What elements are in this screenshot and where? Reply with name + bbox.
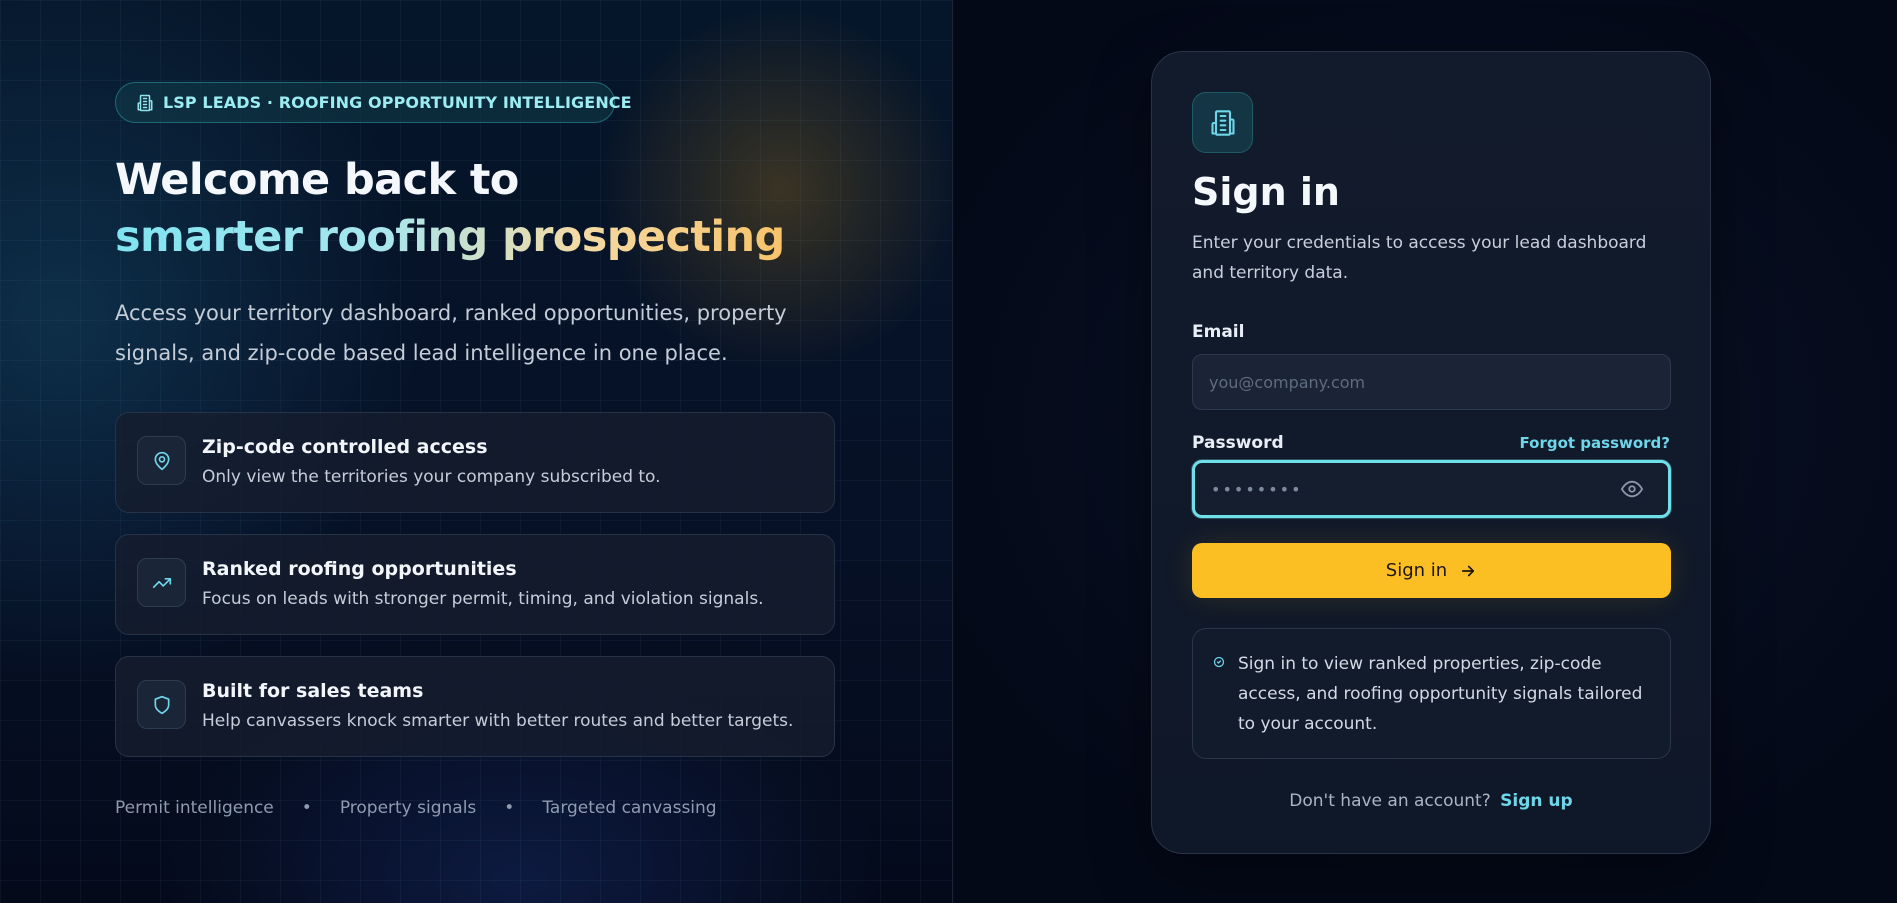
sign-in-button-label: Sign in [1385, 560, 1448, 581]
building-icon [1192, 92, 1253, 153]
feature-card-zip-access: Zip-code controlled access Only view the… [115, 412, 835, 513]
signin-title: Sign in [1192, 170, 1340, 214]
info-text: Sign in to view ranked properties, zip-c… [1238, 654, 1643, 734]
feature-description: Only view the territories your company s… [202, 467, 661, 487]
sign-in-button[interactable]: Sign in [1192, 543, 1671, 598]
signup-row: Don't have an account? Sign up [1152, 791, 1710, 811]
brand-badge-text: LSP LEADS · ROOFING OPPORTUNITY INTELLIG… [163, 93, 632, 112]
hero-subtext: Access your territory dashboard, ranked … [115, 301, 787, 365]
clock-icon [1213, 656, 1225, 668]
brand-badge: LSP LEADS · ROOFING OPPORTUNITY INTELLIG… [115, 82, 632, 123]
map-pin-icon [137, 436, 186, 485]
arrow-right-icon [1459, 562, 1477, 580]
feature-title: Zip-code controlled access [202, 436, 488, 458]
shield-icon [137, 680, 186, 729]
building-icon [136, 94, 154, 112]
hero-panel: LSP LEADS · ROOFING OPPORTUNITY INTELLIG… [0, 0, 953, 903]
forgot-password-link[interactable]: Forgot password? [1520, 434, 1671, 452]
headline-line-2: smarter roofing prospecting [115, 209, 785, 266]
password-field[interactable] [1192, 460, 1671, 518]
info-box: Sign in to view ranked properties, zip-c… [1192, 628, 1671, 759]
trending-up-icon [137, 558, 186, 607]
tag-separator: • [301, 798, 312, 818]
signup-link[interactable]: Sign up [1500, 791, 1573, 811]
feature-card-ranked: Ranked roofing opportunities Focus on le… [115, 534, 835, 635]
feature-description: Focus on leads with stronger permit, tim… [202, 589, 764, 609]
feature-title: Built for sales teams [202, 680, 424, 702]
signin-card: Sign in Enter your credentials to access… [1151, 51, 1711, 854]
tag-row: Permit intelligence • Property signals •… [115, 798, 717, 818]
signin-description: Enter your credentials to access your le… [1192, 233, 1647, 283]
feature-card-sales-teams: Built for sales teams Help canvassers kn… [115, 656, 835, 757]
email-field[interactable] [1192, 354, 1671, 410]
feature-description: Help canvassers knock smarter with bette… [202, 711, 794, 731]
email-label: Email [1192, 322, 1245, 342]
tag-permit-intelligence: Permit intelligence [115, 798, 274, 818]
signup-prompt: Don't have an account? [1289, 791, 1491, 811]
tag-property-signals: Property signals [339, 798, 477, 818]
eye-icon[interactable] [1621, 478, 1643, 500]
tag-targeted-canvassing: Targeted canvassing [542, 798, 717, 818]
feature-title: Ranked roofing opportunities [202, 558, 517, 580]
hero-headline: Welcome back to smarter roofing prospect… [115, 152, 785, 266]
password-label: Password [1192, 433, 1284, 453]
tag-separator: • [504, 798, 515, 818]
headline-line-1: Welcome back to [115, 155, 519, 205]
